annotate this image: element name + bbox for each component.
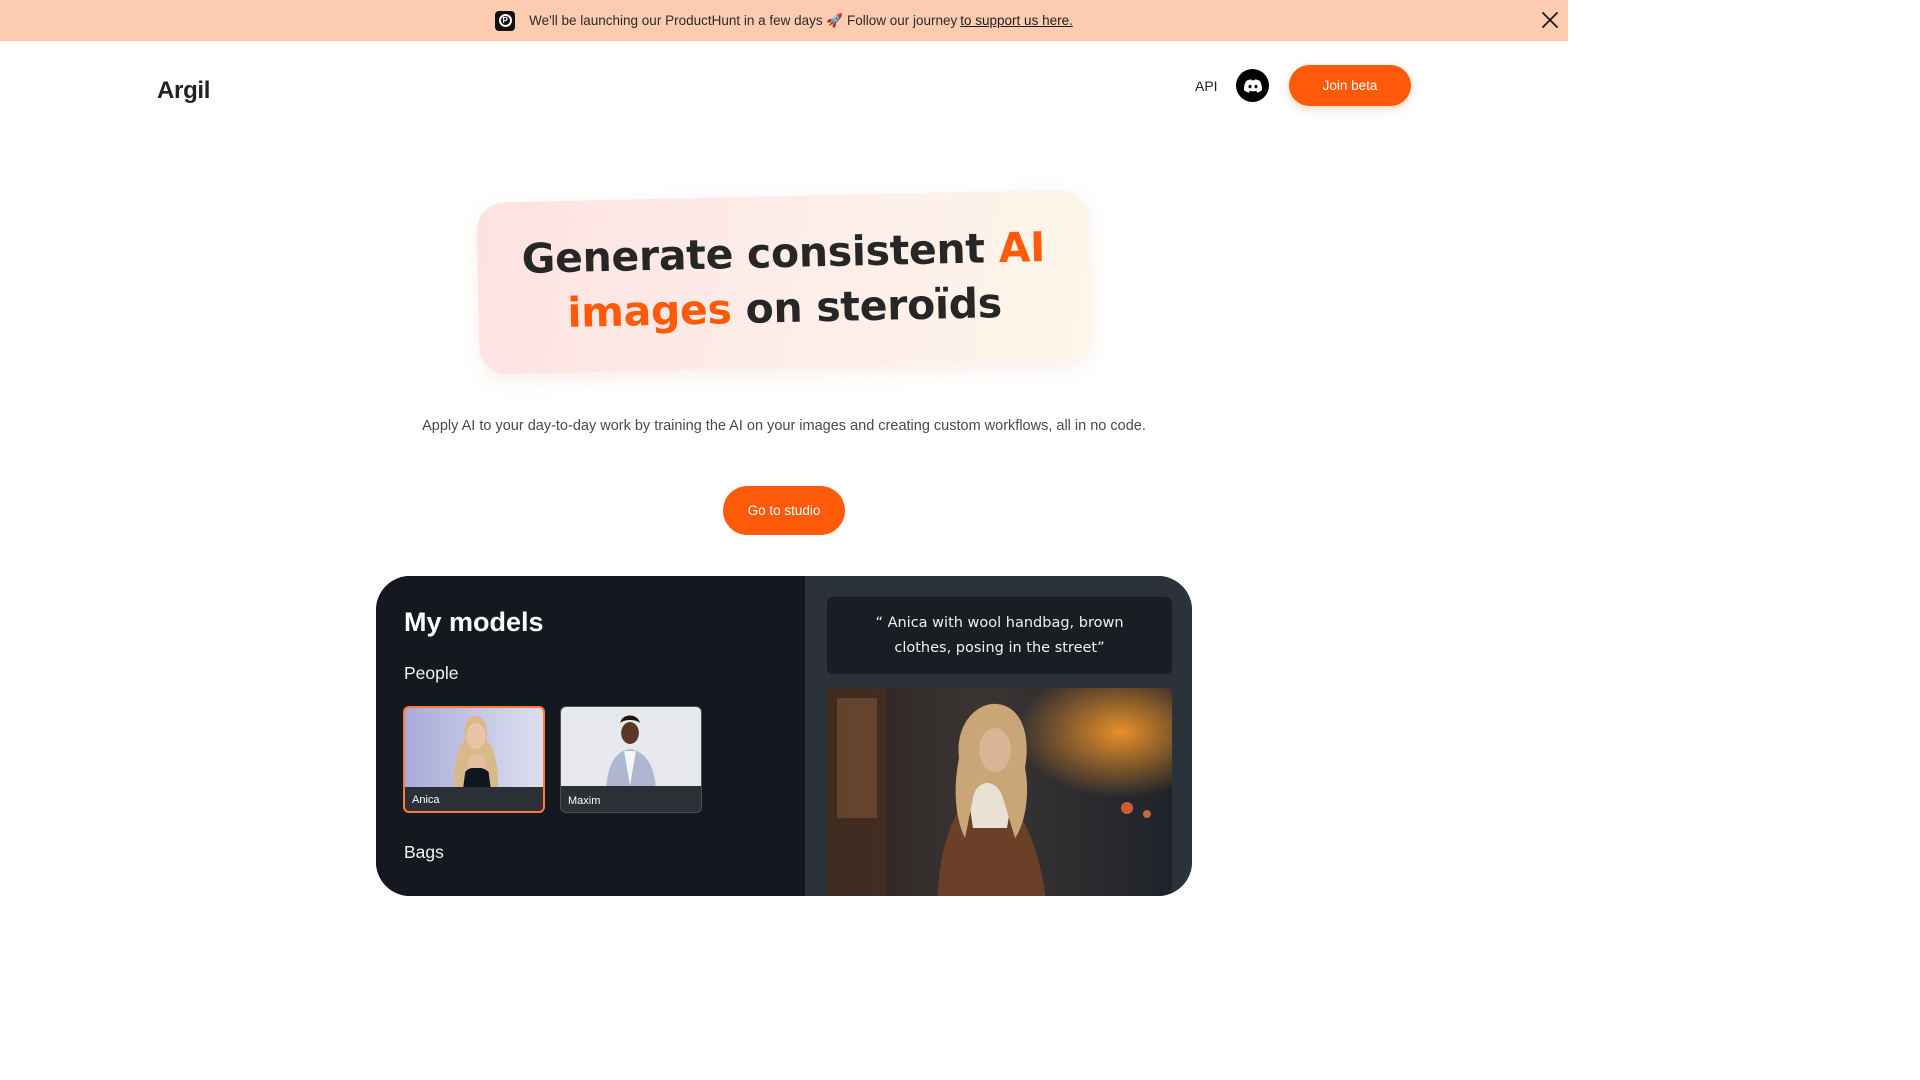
hero-title-part1: Generate consistent (521, 224, 986, 283)
generation-preview: “ Anica with wool handbag, brown clothes… (805, 576, 1192, 896)
banner-support-link[interactable]: to support us here. (960, 13, 1073, 28)
discord-icon[interactable] (1236, 69, 1269, 102)
close-icon[interactable] (1538, 8, 1562, 32)
producthunt-logo-icon: P (495, 10, 516, 31)
hero-title-accent-images: images (566, 285, 733, 337)
section-title-bags: Bags (404, 842, 444, 862)
model-photo-anica (405, 708, 543, 787)
hero-title-accent-ai: AI (998, 223, 1046, 273)
model-name-maxim: Maxim (568, 795, 601, 807)
announcement-banner: P We'll be launching our ProductHunt in … (0, 0, 1568, 41)
prompt-text: “ Anica with wool handbag, brown clothes… (827, 597, 1172, 674)
go-to-studio-button[interactable]: Go to studio (723, 486, 845, 535)
models-sidebar: My models People Anica Maxim Bags (376, 576, 805, 896)
nav-api-link[interactable]: API (1195, 78, 1218, 94)
model-photo-maxim (561, 707, 701, 786)
model-name-anica: Anica (412, 794, 440, 806)
model-card-anica[interactable]: Anica (403, 706, 545, 813)
product-preview-panel: My models People Anica Maxim Bags “ Anic… (376, 576, 1192, 896)
hero-subtitle: Apply AI to your day-to-day work by trai… (422, 418, 1146, 434)
model-card-maxim[interactable]: Maxim (560, 706, 702, 813)
section-title-people: People (404, 663, 459, 683)
banner-text: We'll be launching our ProductHunt in a … (529, 12, 958, 28)
brand-logo[interactable]: Argil (157, 77, 210, 105)
hero-title-part2: on steroïds (745, 279, 1003, 333)
hero-title: Generate consistent AI images on steroïd… (477, 219, 1091, 343)
models-title: My models (404, 607, 544, 637)
join-beta-button[interactable]: Join beta (1289, 65, 1411, 106)
generated-image (827, 688, 1172, 896)
